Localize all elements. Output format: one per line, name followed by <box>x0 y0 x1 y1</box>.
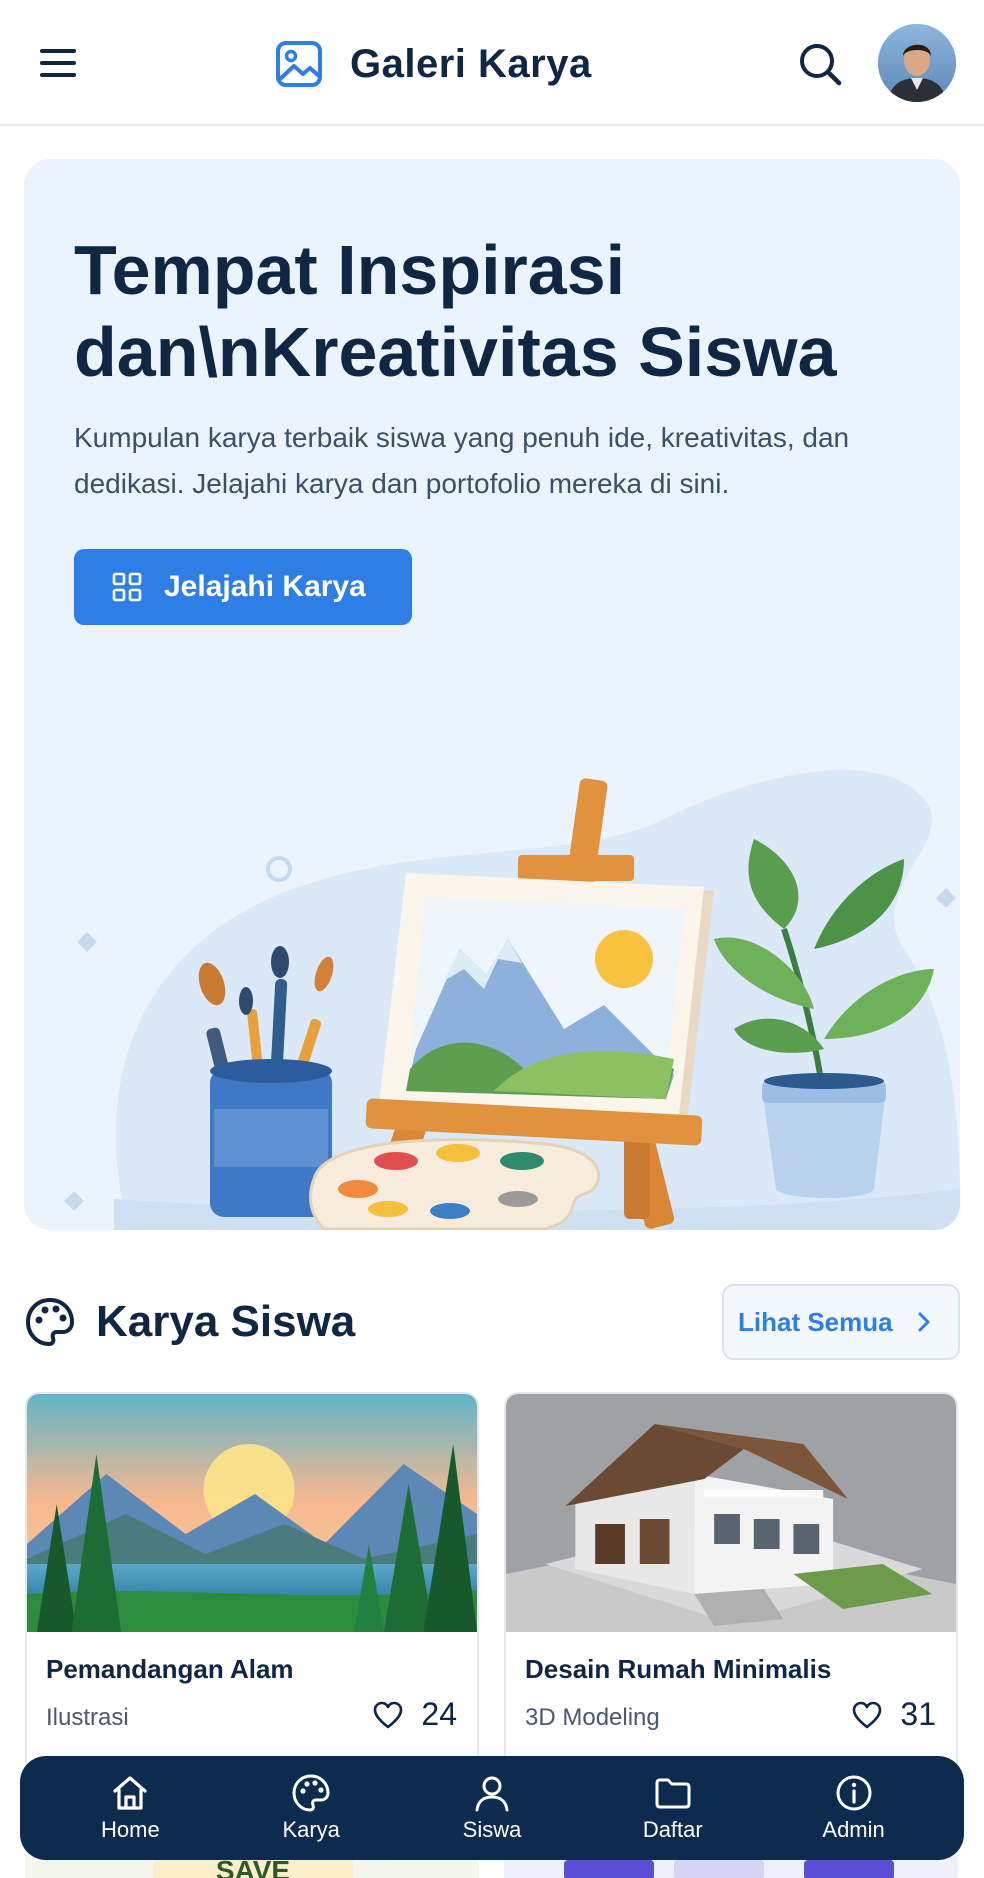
nav-siswa[interactable]: Siswa <box>412 1773 572 1843</box>
palette-icon <box>25 1297 75 1347</box>
nav-home[interactable]: Home <box>50 1773 210 1843</box>
avatar[interactable] <box>878 24 956 102</box>
artwork-thumbnail <box>506 1394 956 1632</box>
nav-label: Home <box>101 1817 160 1842</box>
palette-icon <box>292 1774 330 1812</box>
brand[interactable]: Galeri Karya <box>274 36 592 92</box>
search-icon[interactable] <box>796 40 844 88</box>
grid-icon <box>112 572 142 602</box>
home-icon <box>113 1776 147 1810</box>
easel-illustration <box>64 770 960 1230</box>
nav-label: Siswa <box>462 1817 522 1842</box>
hero-title: Tempat Inspirasi dan\nKreativitas Siswa <box>74 231 837 391</box>
like-count: 31 <box>900 1696 936 1732</box>
explore-works-button[interactable]: Jelajahi Karya <box>74 549 412 625</box>
heart-icon <box>374 1701 403 1728</box>
app-header: Galeri Karya <box>0 0 984 126</box>
app-title: Galeri Karya <box>350 41 592 86</box>
user-icon <box>475 1776 509 1812</box>
artwork-category: Ilustrasi <box>46 1704 129 1731</box>
artwork-title: Desain Rumah Minimalis <box>525 1654 832 1684</box>
hero-subtitle: Kumpulan karya terbaik siswa yang penuh … <box>74 422 850 499</box>
chevron-right-icon <box>918 1312 930 1332</box>
folder-icon <box>655 1778 691 1809</box>
info-icon <box>836 1775 872 1811</box>
works-section-header: Karya Siswa Lihat Semua <box>24 1284 960 1362</box>
nav-label: Admin <box>822 1817 885 1842</box>
artwork-thumbnail <box>27 1394 477 1632</box>
artwork-category: 3D Modeling <box>525 1704 660 1731</box>
section-title: Karya Siswa <box>96 1297 356 1346</box>
nav-label: Karya <box>282 1817 340 1842</box>
artwork-title: Pemandangan Alam <box>46 1654 294 1684</box>
bottom-navigation: Home Karya Siswa Daftar Admin <box>20 1756 964 1860</box>
nav-daftar[interactable]: Daftar <box>593 1773 753 1843</box>
see-all-button[interactable]: Lihat Semua <box>722 1284 960 1360</box>
nav-label: Daftar <box>642 1817 703 1842</box>
like-count: 24 <box>421 1696 457 1732</box>
like-counter[interactable]: 24 <box>373 1696 457 1733</box>
see-all-label: Lihat Semua <box>738 1306 893 1337</box>
like-counter[interactable]: 31 <box>852 1696 936 1733</box>
heart-icon <box>853 1701 882 1728</box>
hero-banner: Tempat Inspirasi dan\nKreativitas Siswa … <box>24 159 960 1230</box>
hamburger-menu-icon[interactable] <box>40 40 86 86</box>
nav-karya[interactable]: Karya <box>231 1773 391 1843</box>
image-icon <box>276 41 322 87</box>
nav-admin[interactable]: Admin <box>774 1773 934 1843</box>
explore-works-label: Jelajahi Karya <box>164 570 366 603</box>
